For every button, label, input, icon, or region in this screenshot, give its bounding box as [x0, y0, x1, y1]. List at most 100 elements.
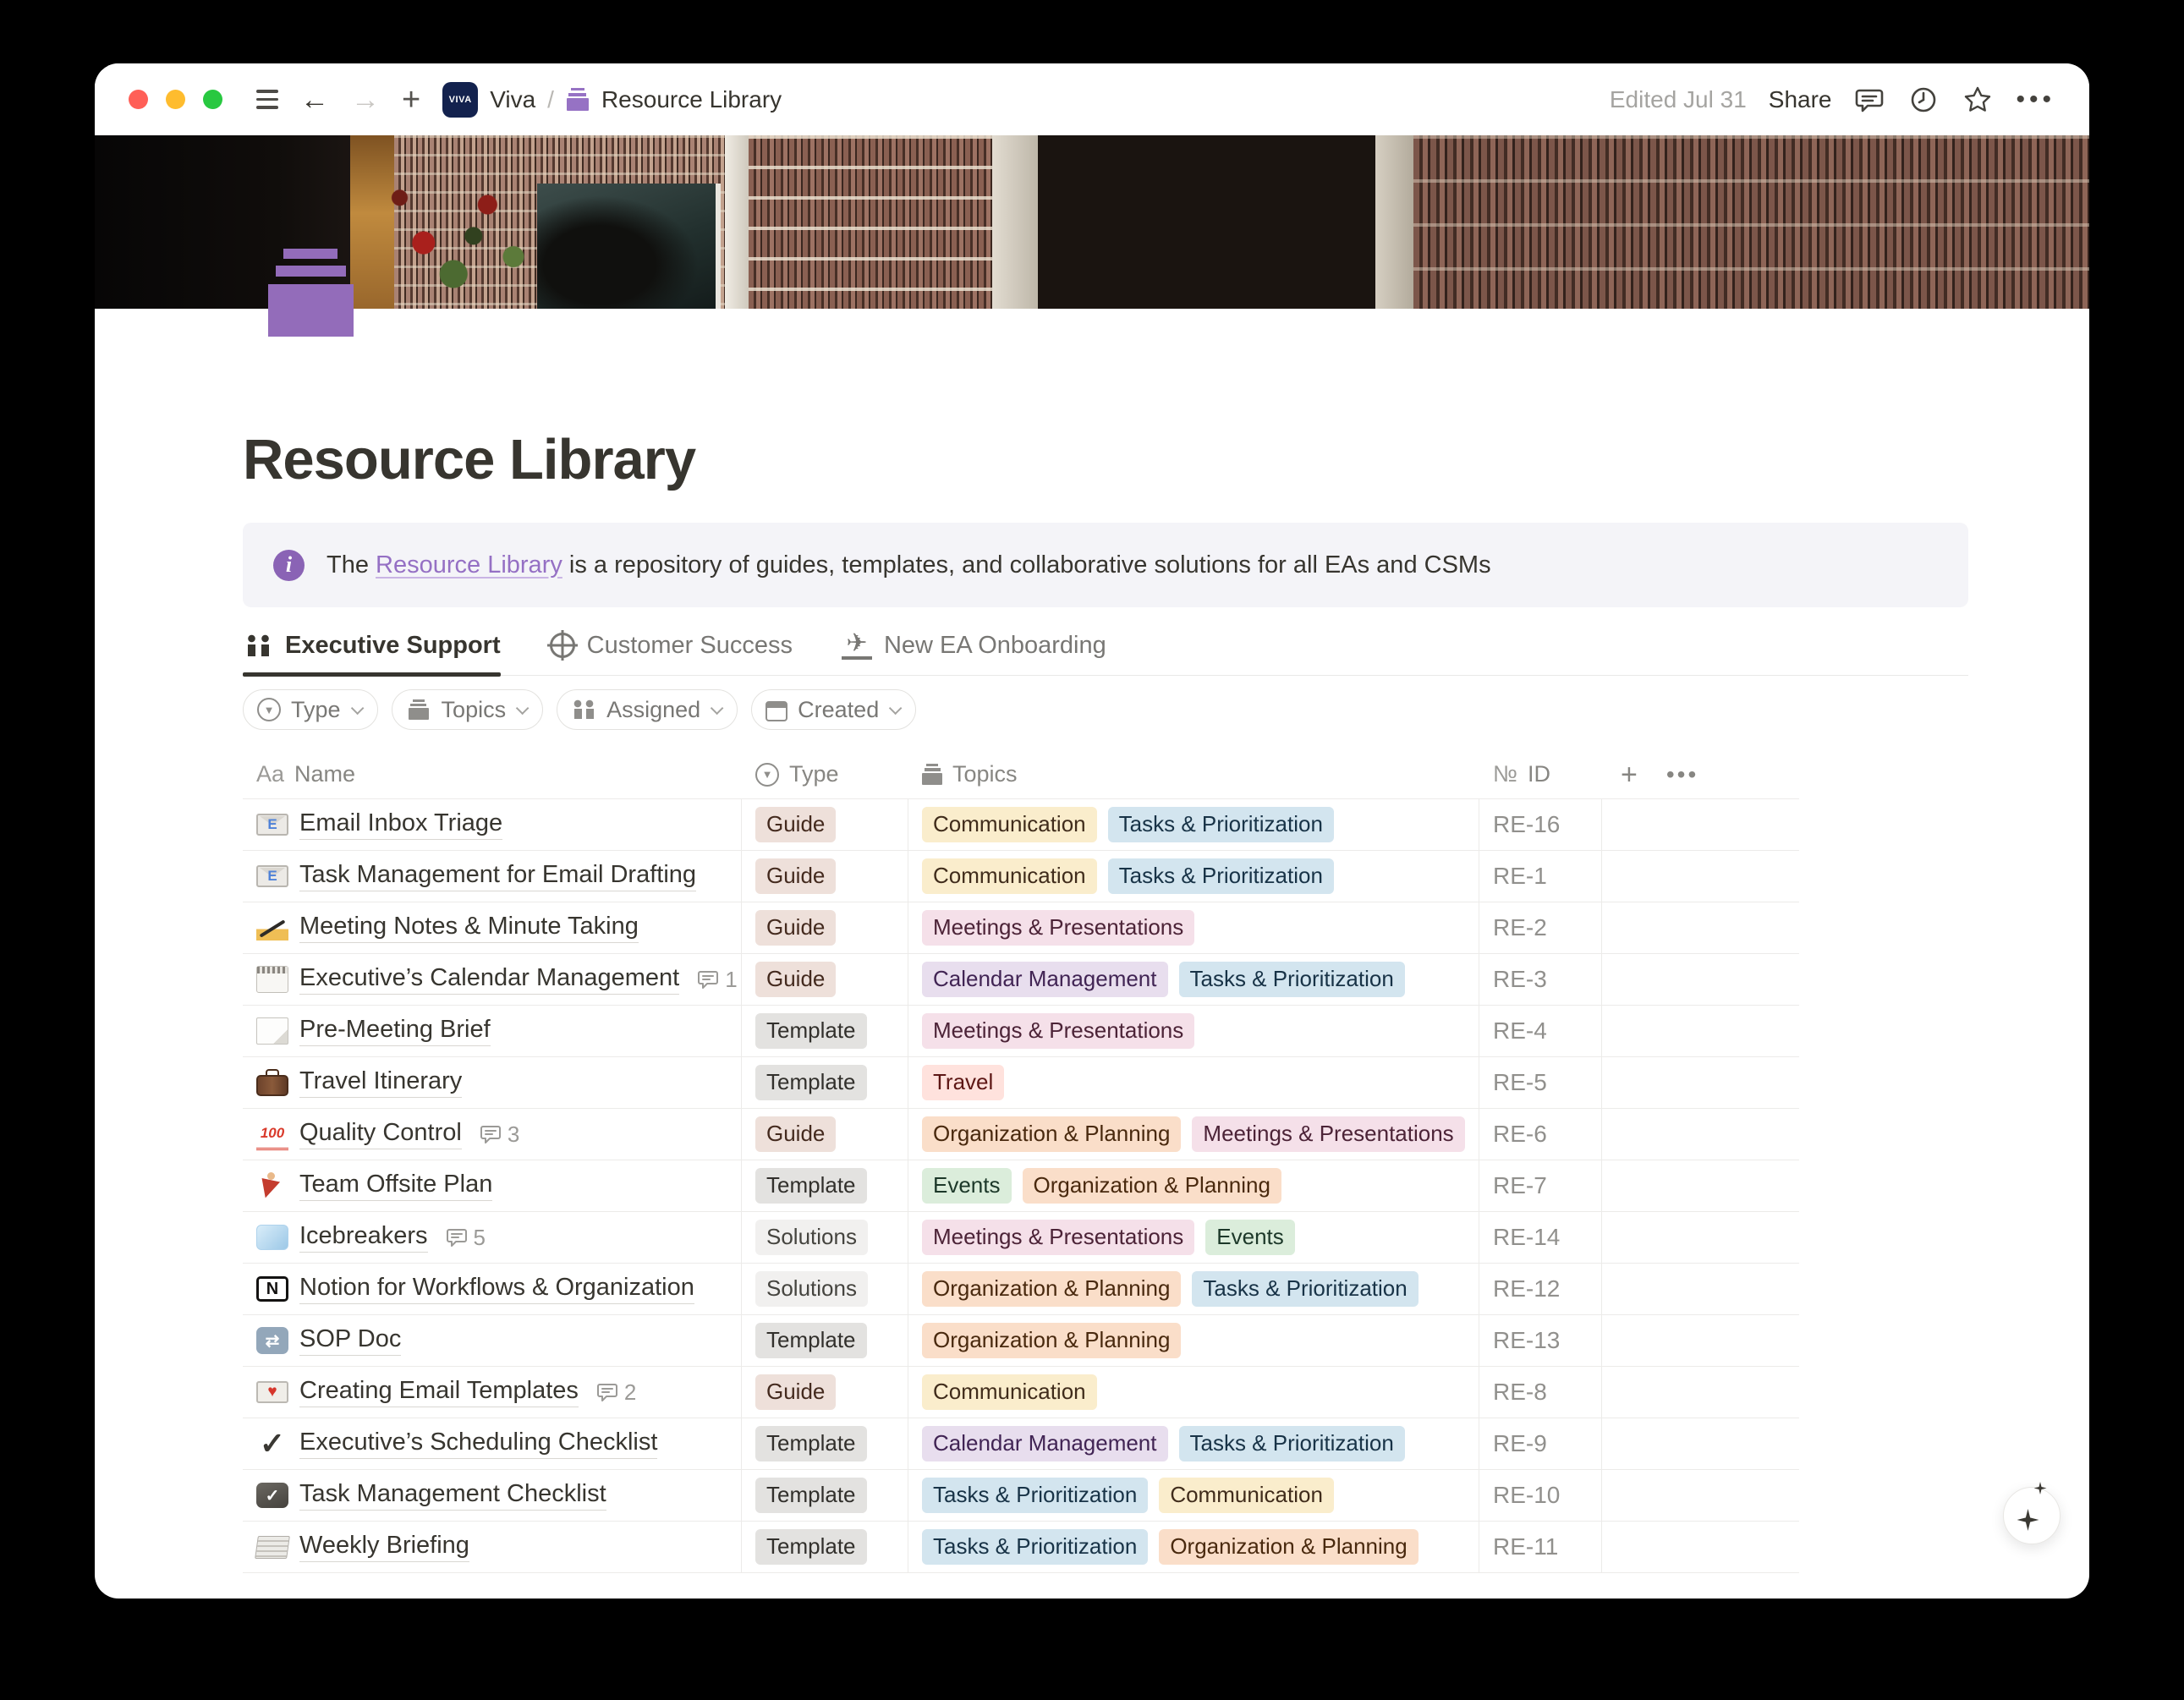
- page-archive-icon[interactable]: [264, 249, 357, 337]
- more-options-icon[interactable]: •••: [2016, 85, 2055, 114]
- column-header-topics[interactable]: Topics: [908, 761, 1479, 787]
- new-page-icon[interactable]: +: [402, 84, 420, 116]
- table-row[interactable]: Weekly Briefing Template Tasks & Priorit…: [243, 1522, 1799, 1573]
- topic-tag[interactable]: Tasks & Prioritization: [1108, 858, 1334, 894]
- comment-count[interactable]: 2: [596, 1379, 636, 1406]
- add-column-icon[interactable]: +: [1621, 760, 1638, 789]
- tab-new-ea-onboarding[interactable]: New EA Onboarding: [842, 631, 1106, 675]
- row-name-cell[interactable]: SOP Doc: [243, 1315, 742, 1366]
- topic-tag[interactable]: Tasks & Prioritization: [922, 1529, 1148, 1565]
- type-tag[interactable]: Guide: [755, 962, 836, 997]
- type-tag[interactable]: Template: [755, 1065, 867, 1100]
- workspace-logo[interactable]: VIVA: [442, 82, 478, 118]
- topic-tag[interactable]: Organization & Planning: [922, 1116, 1181, 1152]
- tab-executive-support[interactable]: Executive Support: [243, 631, 501, 675]
- minimize-window-button[interactable]: [166, 90, 185, 109]
- table-row[interactable]: Meeting Notes & Minute Taking Guide Meet…: [243, 902, 1799, 954]
- row-name-cell[interactable]: Task Management Checklist: [243, 1470, 742, 1521]
- row-name-cell[interactable]: Travel Itinerary: [243, 1057, 742, 1108]
- row-title-link[interactable]: Weekly Briefing: [299, 1532, 469, 1562]
- row-name-cell[interactable]: Creating Email Templates 2: [243, 1367, 742, 1418]
- type-tag[interactable]: Guide: [755, 910, 836, 946]
- row-name-cell[interactable]: Meeting Notes & Minute Taking: [243, 902, 742, 953]
- topic-tag[interactable]: Organization & Planning: [1023, 1168, 1281, 1204]
- topic-tag[interactable]: Communication: [922, 807, 1097, 842]
- topic-tag[interactable]: Calendar Management: [922, 962, 1168, 997]
- filter-type[interactable]: Type: [243, 689, 378, 730]
- row-title-link[interactable]: SOP Doc: [299, 1325, 401, 1356]
- table-row[interactable]: Icebreakers 5 Solutions Meetings & Prese…: [243, 1212, 1799, 1264]
- topic-tag[interactable]: Tasks & Prioritization: [1192, 1271, 1418, 1307]
- type-tag[interactable]: Solutions: [755, 1271, 868, 1307]
- row-title-link[interactable]: Executive’s Scheduling Checklist: [299, 1429, 657, 1459]
- type-tag[interactable]: Template: [755, 1013, 867, 1049]
- breadcrumb-workspace[interactable]: Viva: [490, 86, 535, 113]
- row-name-cell[interactable]: Notion for Workflows & Organization: [243, 1264, 742, 1314]
- row-name-cell[interactable]: Team Offsite Plan: [243, 1160, 742, 1211]
- breadcrumb-page[interactable]: Resource Library: [601, 86, 782, 113]
- topic-tag[interactable]: Meetings & Presentations: [1192, 1116, 1464, 1152]
- topic-tag[interactable]: Communication: [922, 858, 1097, 894]
- row-title-link[interactable]: Email Inbox Triage: [299, 809, 502, 840]
- table-row[interactable]: SOP Doc Template Organization & Planning…: [243, 1315, 1799, 1367]
- row-name-cell[interactable]: Task Management for Email Drafting: [243, 851, 742, 902]
- resource-library-link[interactable]: Resource Library: [376, 551, 562, 579]
- row-name-cell[interactable]: Weekly Briefing: [243, 1522, 742, 1572]
- table-row[interactable]: Executive’s Scheduling Checklist Templat…: [243, 1418, 1799, 1470]
- zoom-window-button[interactable]: [203, 90, 222, 109]
- row-name-cell[interactable]: Email Inbox Triage: [243, 799, 742, 850]
- row-title-link[interactable]: Quality Control: [299, 1119, 462, 1149]
- topic-tag[interactable]: Communication: [1159, 1478, 1334, 1513]
- topic-tag[interactable]: Organization & Planning: [922, 1323, 1181, 1358]
- type-tag[interactable]: Template: [755, 1529, 867, 1565]
- topic-tag[interactable]: Meetings & Presentations: [922, 910, 1194, 946]
- comment-count[interactable]: 1: [697, 967, 737, 993]
- topic-tag[interactable]: Meetings & Presentations: [922, 1220, 1194, 1255]
- type-tag[interactable]: Template: [755, 1426, 867, 1461]
- row-name-cell[interactable]: Icebreakers 5: [243, 1212, 742, 1263]
- row-title-link[interactable]: Task Management for Email Drafting: [299, 861, 696, 891]
- type-tag[interactable]: Template: [755, 1323, 867, 1358]
- row-title-link[interactable]: Travel Itinerary: [299, 1067, 462, 1098]
- row-title-link[interactable]: Meeting Notes & Minute Taking: [299, 913, 639, 943]
- table-row[interactable]: Travel Itinerary Template Travel RE-5: [243, 1057, 1799, 1109]
- row-title-link[interactable]: Icebreakers: [299, 1222, 428, 1253]
- filter-topics[interactable]: Topics: [392, 689, 544, 730]
- table-row[interactable]: Notion for Workflows & Organization Solu…: [243, 1264, 1799, 1315]
- comments-icon[interactable]: [1853, 84, 1885, 116]
- back-icon[interactable]: ←: [300, 85, 329, 114]
- table-row[interactable]: Quality Control 3 Guide Organization & P…: [243, 1109, 1799, 1160]
- comment-count[interactable]: 3: [480, 1121, 519, 1148]
- row-title-link[interactable]: Notion for Workflows & Organization: [299, 1274, 694, 1304]
- row-name-cell[interactable]: Executive’s Calendar Management 1: [243, 954, 742, 1005]
- topic-tag[interactable]: Calendar Management: [922, 1426, 1168, 1461]
- filter-assigned[interactable]: Assigned: [557, 689, 738, 730]
- table-row[interactable]: Pre-Meeting Brief Template Meetings & Pr…: [243, 1006, 1799, 1057]
- topic-tag[interactable]: Organization & Planning: [922, 1271, 1181, 1307]
- type-tag[interactable]: Template: [755, 1168, 867, 1204]
- share-button[interactable]: Share: [1769, 86, 1832, 113]
- column-header-id[interactable]: № ID: [1479, 761, 1602, 787]
- topic-tag[interactable]: Organization & Planning: [1159, 1529, 1418, 1565]
- column-header-name[interactable]: Aa Name: [243, 761, 742, 787]
- topic-tag[interactable]: Tasks & Prioritization: [1179, 962, 1405, 997]
- topic-tag[interactable]: Tasks & Prioritization: [1179, 1426, 1405, 1461]
- tab-customer-success[interactable]: Customer Success: [550, 631, 793, 675]
- comment-count[interactable]: 5: [446, 1225, 486, 1251]
- table-row[interactable]: Email Inbox Triage Guide CommunicationTa…: [243, 799, 1799, 851]
- row-name-cell[interactable]: Pre-Meeting Brief: [243, 1006, 742, 1056]
- row-name-cell[interactable]: Executive’s Scheduling Checklist: [243, 1418, 742, 1469]
- topic-tag[interactable]: Communication: [922, 1374, 1097, 1410]
- cover-image[interactable]: [95, 135, 2089, 309]
- table-row[interactable]: Executive’s Calendar Management 1 Guide …: [243, 954, 1799, 1006]
- type-tag[interactable]: Guide: [755, 858, 836, 894]
- table-options-icon[interactable]: •••: [1666, 761, 1698, 788]
- ai-assistant-button[interactable]: [2003, 1487, 2061, 1544]
- table-row[interactable]: Task Management for Email Drafting Guide…: [243, 851, 1799, 902]
- topic-tag[interactable]: Tasks & Prioritization: [922, 1478, 1148, 1513]
- type-tag[interactable]: Template: [755, 1478, 867, 1513]
- row-title-link[interactable]: Creating Email Templates: [299, 1377, 579, 1407]
- row-title-link[interactable]: Task Management Checklist: [299, 1480, 606, 1511]
- row-name-cell[interactable]: Quality Control 3: [243, 1109, 742, 1160]
- row-title-link[interactable]: Team Offsite Plan: [299, 1171, 492, 1201]
